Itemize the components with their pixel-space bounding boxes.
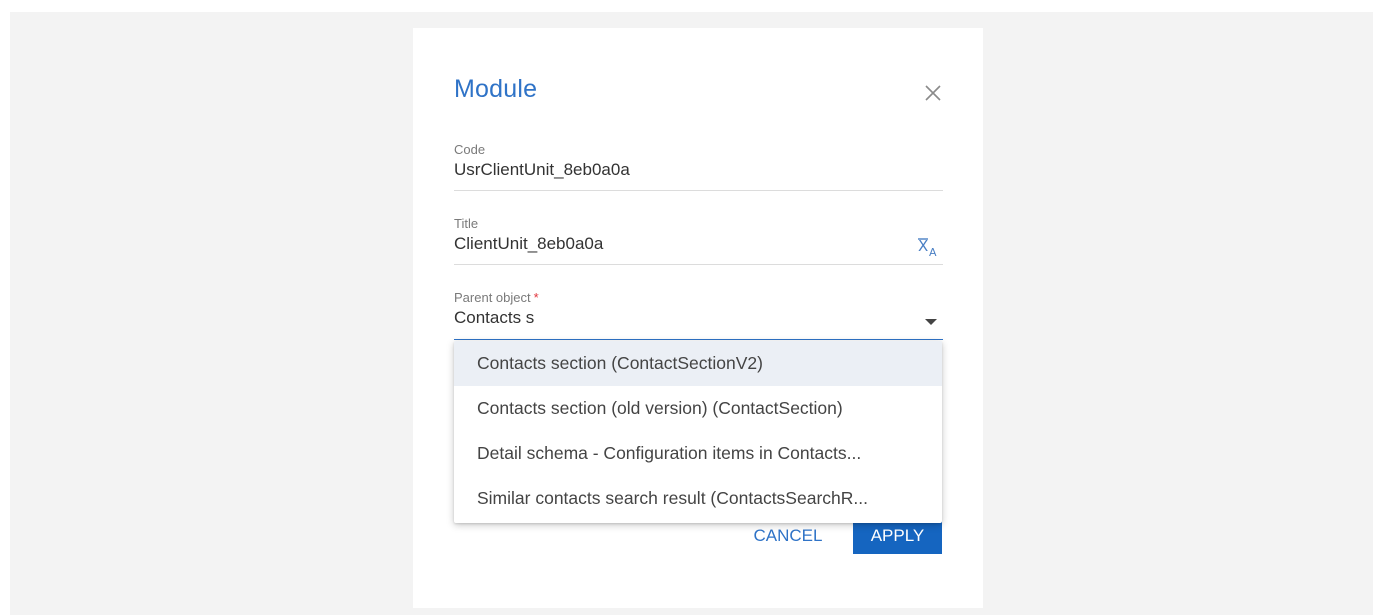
title-field[interactable]: Title ClientUnit_8eb0a0a X A (454, 216, 943, 265)
parent-object-label-text: Parent object (454, 290, 531, 305)
code-field[interactable]: Code UsrClientUnit_8eb0a0a (454, 142, 943, 191)
translate-button[interactable]: X A (917, 236, 941, 259)
dropdown-option[interactable]: Similar contacts search result (Contacts… (454, 476, 942, 521)
parent-object-label: Parent object * (454, 290, 539, 305)
required-mark: * (533, 290, 539, 305)
dropdown-option[interactable]: Detail schema - Configuration items in C… (454, 431, 942, 476)
title-label: Title (454, 216, 479, 231)
dialog-title: Module (454, 75, 538, 103)
chevron-down-icon[interactable] (925, 319, 937, 325)
code-value[interactable]: UsrClientUnit_8eb0a0a (454, 160, 630, 180)
code-label: Code (454, 142, 486, 157)
title-value[interactable]: ClientUnit_8eb0a0a (454, 234, 603, 254)
translate-icon: X A (918, 237, 937, 259)
cancel-button[interactable]: CANCEL (743, 518, 833, 554)
svg-text:A: A (929, 246, 937, 258)
close-button[interactable] (921, 81, 945, 105)
parent-object-input[interactable]: Contacts s (454, 308, 534, 328)
parent-object-dropdown: Contacts section (ContactSectionV2) Cont… (454, 341, 942, 523)
close-icon (925, 85, 941, 101)
parent-object-field[interactable]: Parent object * Contacts s (454, 290, 943, 340)
dropdown-option[interactable]: Contacts section (old version) (ContactS… (454, 386, 942, 431)
dropdown-option[interactable]: Contacts section (ContactSectionV2) (454, 341, 942, 386)
apply-button[interactable]: APPLY (853, 518, 942, 554)
